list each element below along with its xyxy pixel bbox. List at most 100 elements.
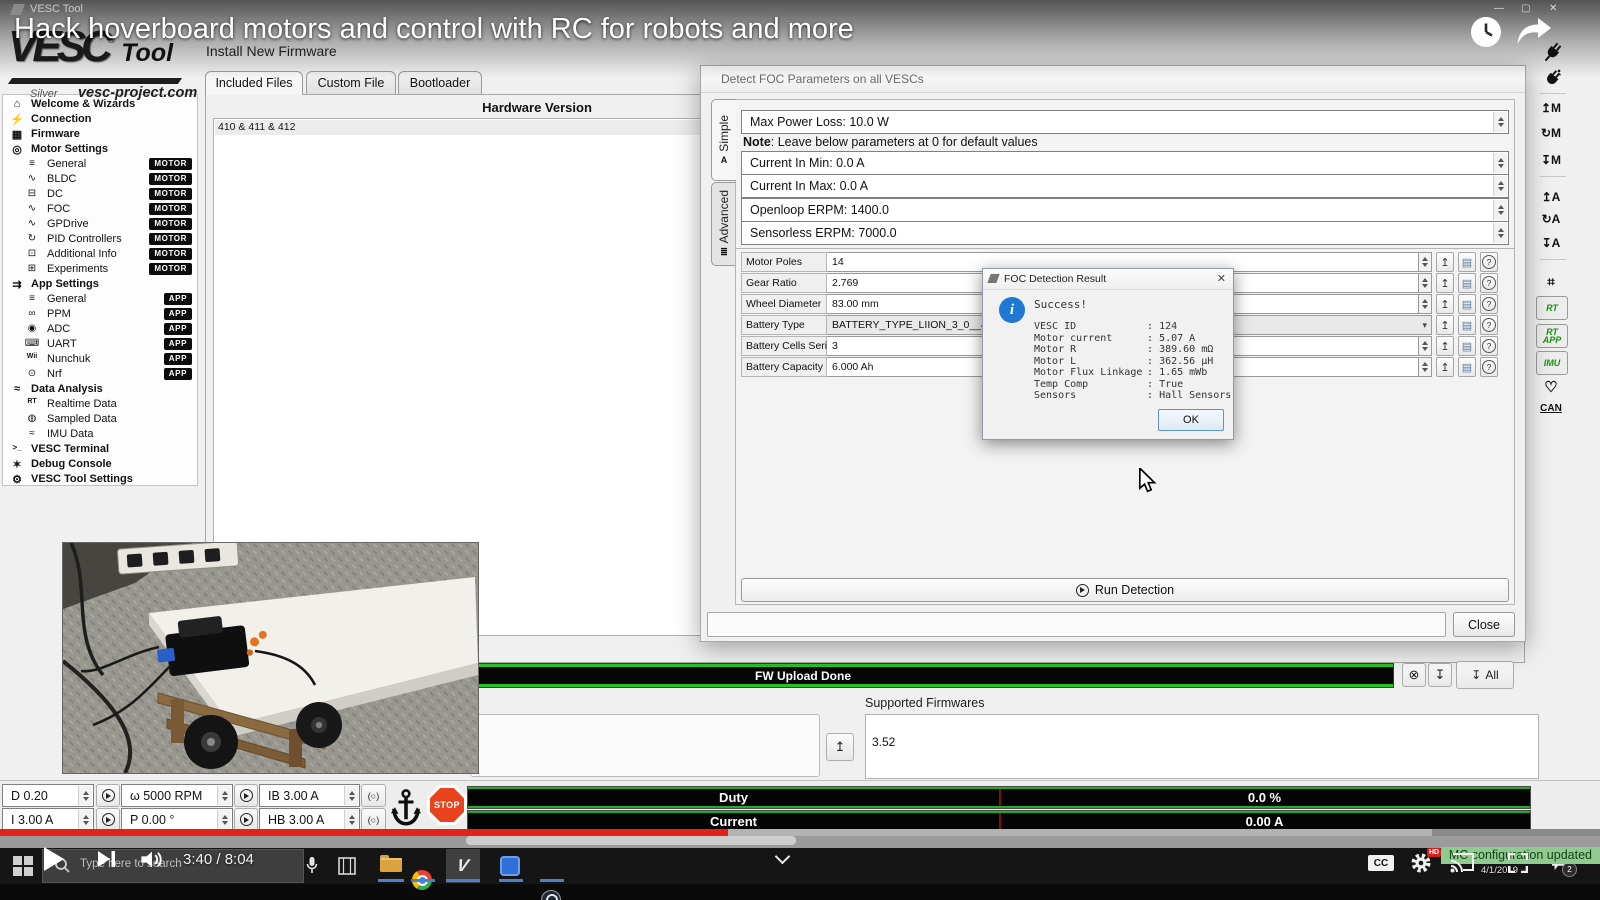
sidebar-item-gpdrive[interactable]: ∿GPDriveMOTOR	[3, 218, 197, 233]
read-motor-config-button[interactable]: ↻M	[1536, 121, 1566, 145]
sidebar-item-debug-console[interactable]: ✶Debug Console	[3, 458, 197, 473]
captions-button[interactable]: CC	[1368, 855, 1394, 871]
fullscreen-icon[interactable]	[1508, 853, 1528, 873]
sidebar-item-connection[interactable]: ⚡Connection	[3, 113, 197, 128]
app-icon-blue[interactable]	[500, 856, 520, 876]
spinner[interactable]	[1419, 252, 1432, 272]
spinner[interactable]	[217, 810, 231, 829]
tab-custom-file[interactable]: Custom File	[306, 71, 396, 95]
can-devices-icon[interactable]: ⌗	[1536, 270, 1566, 294]
dialog-close-button[interactable]: Close	[1453, 612, 1515, 637]
tab-simple[interactable]: Simple A	[711, 99, 736, 181]
spinner[interactable]	[344, 786, 358, 805]
realtime-data-button[interactable]: RT	[1536, 296, 1568, 320]
spinner[interactable]	[1419, 294, 1432, 314]
can-forward-button[interactable]: CAN	[1536, 396, 1566, 420]
write-app-config-button[interactable]: ↥A	[1536, 185, 1566, 209]
sidebar-item-dc[interactable]: ⊟DCMOTOR	[3, 188, 197, 203]
brake-button[interactable]: (○)	[361, 784, 386, 807]
write-param-button[interactable]: ↥	[1436, 336, 1454, 356]
current-in-max-field[interactable]: Current In Max: 0.0 A	[741, 174, 1509, 198]
anchor-icon[interactable]	[388, 787, 424, 829]
task-view-icon[interactable]	[338, 857, 356, 875]
video-progress-played[interactable]	[0, 829, 728, 836]
sidebar-item-app-general[interactable]: ≡GeneralAPP	[3, 293, 197, 308]
close-icon[interactable]: ✕	[1217, 272, 1226, 285]
write-param-button[interactable]: ↥	[1436, 315, 1454, 335]
vesc-tool-taskbar-icon[interactable]: V	[446, 849, 480, 883]
sidebar-item-uart[interactable]: ⌨UARTAPP	[3, 338, 197, 353]
read-app-config-default-button[interactable]: ↧A	[1536, 231, 1566, 255]
download-all-button[interactable]: ↧All	[1456, 661, 1514, 689]
sidebar-item-pid-controllers[interactable]: ↻PID ControllersMOTOR	[3, 233, 197, 248]
sidebar-item-adc[interactable]: ◉ADCAPP	[3, 323, 197, 338]
ok-button[interactable]: OK	[1158, 409, 1224, 431]
video-progress-remaining[interactable]	[1432, 829, 1600, 836]
brake-current-field[interactable]: IB 3.00 A	[259, 784, 360, 807]
disconnect-icon[interactable]	[1542, 68, 1562, 90]
cancel-upload-button[interactable]: ⊗	[1402, 663, 1426, 687]
spinner[interactable]	[78, 810, 92, 829]
run-position-button[interactable]	[234, 808, 258, 831]
openloop-erpm-field[interactable]: Openloop ERPM: 1400.0	[741, 198, 1509, 222]
write-param-button[interactable]: ↥	[1436, 252, 1454, 272]
current-setpoint-field[interactable]: I 3.00 A	[2, 808, 94, 831]
restore-param-button[interactable]: ▤	[1458, 336, 1476, 356]
help-button[interactable]: ?	[1480, 252, 1498, 272]
help-button[interactable]: ?	[1480, 294, 1498, 314]
run-detection-button[interactable]: Run Detection	[741, 578, 1509, 602]
video-title[interactable]: Hack hoverboard motors and control with …	[14, 13, 854, 46]
file-explorer-icon[interactable]	[380, 858, 402, 872]
sidebar-item-nunchuk[interactable]: WiiNunchukAPP	[3, 353, 197, 368]
help-button[interactable]: ?	[1480, 315, 1498, 335]
next-button[interactable]	[98, 850, 117, 868]
read-app-config-button[interactable]: ↻A	[1536, 207, 1566, 231]
video-progress-buffered[interactable]	[728, 829, 1432, 836]
help-button[interactable]: ?	[1480, 273, 1498, 293]
duty-setpoint-field[interactable]: D 0.20	[2, 784, 94, 807]
imu-data-button[interactable]: IMU	[1536, 351, 1568, 375]
spinner[interactable]	[1419, 336, 1432, 356]
sidebar-item-nrf[interactable]: ⊙NrfAPP	[3, 368, 197, 383]
start-button[interactable]	[13, 856, 33, 876]
write-param-button[interactable]: ↥	[1436, 294, 1454, 314]
max-power-loss-field[interactable]: Max Power Loss: 10.0 W	[741, 110, 1509, 134]
sidebar-item-imu-data[interactable]: ≈IMU Data	[3, 428, 197, 443]
sidebar-item-experiments[interactable]: ⊞ExperimentsMOTOR	[3, 263, 197, 278]
upload-firmware-button[interactable]: ↥	[826, 733, 854, 761]
restore-param-button[interactable]: ▤	[1458, 273, 1476, 293]
spinner[interactable]	[1493, 176, 1507, 196]
modal-titlebar[interactable]: FOC Detection Result ✕	[983, 269, 1233, 290]
spinner[interactable]	[1419, 273, 1432, 293]
tab-bootloader[interactable]: Bootloader	[398, 71, 482, 95]
position-setpoint-field[interactable]: P 0.00 °	[121, 808, 233, 831]
watch-later-icon[interactable]	[1470, 16, 1502, 48]
list-item[interactable]: 3.52	[872, 735, 895, 749]
sidebar-item-app-settings[interactable]: ⇉App Settings	[3, 278, 197, 293]
sidebar-item-vesc-tool-settings[interactable]: ⚙VESC Tool Settings	[3, 473, 197, 488]
mic-icon[interactable]	[306, 856, 318, 875]
sidebar-item-vesc-terminal[interactable]: >_VESC Terminal	[3, 443, 197, 458]
sidebar-item-additional-info[interactable]: ⊡Additional InfoMOTOR	[3, 248, 197, 263]
sidebar-item-sampled-data[interactable]: ◍Sampled Data	[3, 413, 197, 428]
sidebar-item-motor-settings[interactable]: ◎Motor Settings	[3, 143, 197, 158]
current-in-min-field[interactable]: Current In Min: 0.0 A	[741, 151, 1509, 175]
realtime-app-data-button[interactable]: RT APP	[1536, 324, 1568, 348]
tab-advanced[interactable]: Advanced ≣	[711, 182, 736, 266]
handbrake-current-field[interactable]: HB 3.00 A	[259, 808, 360, 831]
cast-icon[interactable]	[1450, 853, 1476, 873]
restore-button[interactable]: ▢	[1521, 3, 1530, 14]
spinner[interactable]	[1419, 357, 1432, 377]
restore-param-button[interactable]: ▤	[1458, 294, 1476, 314]
sidebar-item-foc[interactable]: ∿FOCMOTOR	[3, 203, 197, 218]
run-rpm-button[interactable]	[234, 784, 258, 807]
rpm-setpoint-field[interactable]: ω 5000 RPM	[121, 784, 233, 807]
spinner[interactable]	[1493, 112, 1507, 132]
sidebar-item-realtime-data[interactable]: RTRealtime Data	[3, 398, 197, 413]
run-current-button[interactable]	[96, 808, 120, 831]
minimize-button[interactable]: —	[1494, 3, 1504, 14]
sidebar-item-bldc[interactable]: ∿BLDCMOTOR	[3, 173, 197, 188]
spinner[interactable]	[78, 786, 92, 805]
horizontal-scrollbar[interactable]	[466, 836, 796, 845]
play-button[interactable]	[44, 847, 64, 871]
